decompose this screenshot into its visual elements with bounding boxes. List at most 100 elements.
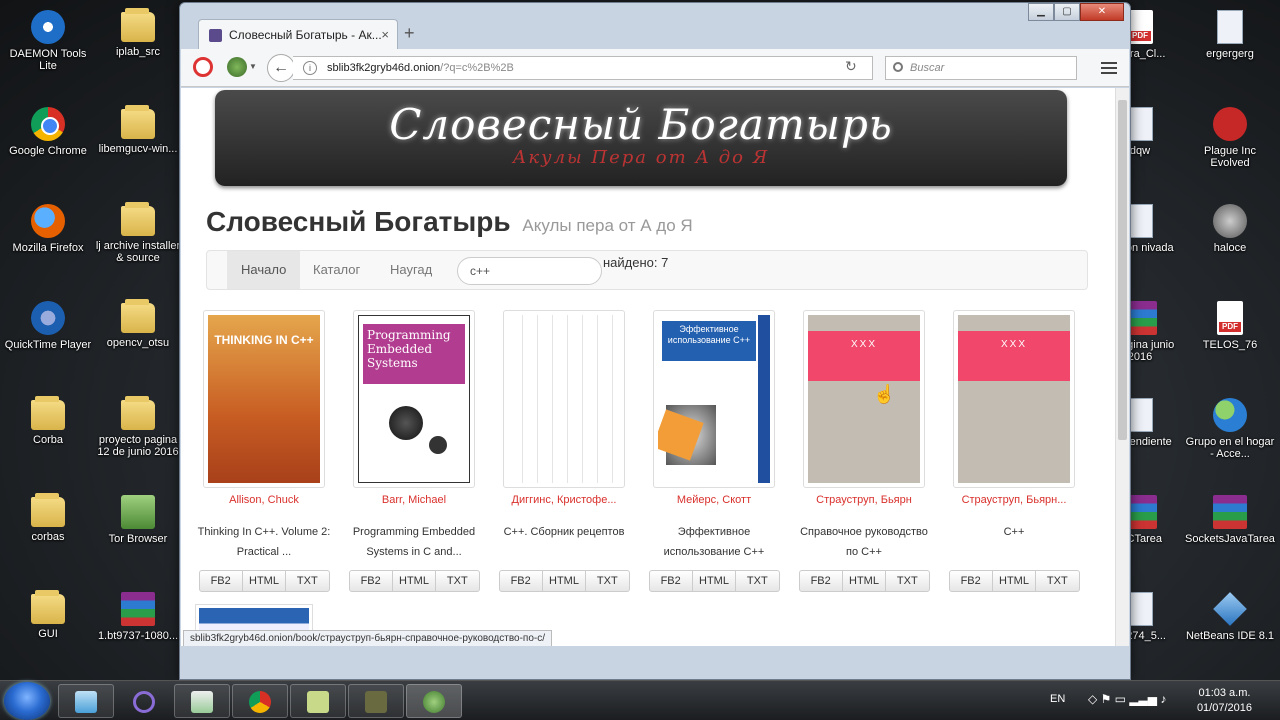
download-fb2-button[interactable]: FB2 (650, 571, 693, 591)
download-html-button[interactable]: HTML (393, 571, 437, 591)
desktop-icon[interactable]: haloce (1184, 200, 1276, 290)
desktop-icon[interactable]: DAEMON Tools Lite (2, 6, 94, 96)
address-bar[interactable]: i sblib3fk2gryb46d.onion/?q=c%2B%2B (293, 56, 873, 80)
download-txt-button[interactable]: TXT (886, 571, 928, 591)
taskbar-media[interactable] (348, 684, 404, 718)
download-fb2-button[interactable]: FB2 (950, 571, 993, 591)
download-html-button[interactable]: HTML (693, 571, 737, 591)
download-fb2-button[interactable]: FB2 (500, 571, 543, 591)
taskbar-tor-browser[interactable] (406, 684, 462, 718)
book-author-link[interactable]: Страуструп, Бьярн (791, 494, 937, 506)
minimize-button[interactable]: ▁ (1028, 3, 1054, 21)
desktop-icon[interactable]: iplab_src (92, 6, 184, 96)
close-window-button[interactable]: ✕ (1080, 3, 1124, 21)
download-html-button[interactable]: HTML (993, 571, 1037, 591)
desktop-icon[interactable]: TELOS_76 (1184, 297, 1276, 387)
desktop-icon[interactable]: Tor Browser (92, 491, 184, 581)
hamburger-menu-icon[interactable] (1101, 59, 1117, 77)
book-author-link[interactable]: Страуструп, Бьярн... (941, 494, 1087, 506)
desktop-icon[interactable]: opencv_otsu (92, 297, 184, 387)
new-tab-button[interactable]: + (404, 23, 415, 44)
desktop-icon[interactable]: Google Chrome (2, 103, 94, 193)
desktop-icon[interactable]: NetBeans IDE 8.1 (1184, 588, 1276, 678)
book-cover[interactable]: XXX (803, 310, 925, 488)
site-navbar: Начало Каталог Наугад c++ найдено: 7 (206, 250, 1088, 290)
book-cover[interactable]: Programming Embedded Systems (353, 310, 475, 488)
desktop-icon[interactable]: QuickTime Player (2, 297, 94, 387)
desktop-icon-label: Grupo en el hogar - Acce... (1185, 436, 1275, 460)
site-banner[interactable]: Словесный Богатырь Акулы Пера от А до Я (215, 90, 1067, 186)
book-title[interactable]: Эффективное использование C++ (641, 522, 787, 562)
search-input[interactable]: Buscar (885, 56, 1077, 80)
book-author-link[interactable]: Диггинс, Кристофе... (491, 494, 637, 506)
book-author-link[interactable]: Allison, Chuck (191, 494, 337, 506)
book-author-link[interactable]: Мейерс, Скотт (641, 494, 787, 506)
reload-icon[interactable]: ↻ (845, 58, 857, 75)
globe-icon (423, 691, 445, 713)
clock-date: 01/07/2016 (1196, 702, 1252, 714)
nav-home[interactable]: Начало (227, 251, 301, 289)
download-fb2-button[interactable]: FB2 (200, 571, 243, 591)
download-html-button[interactable]: HTML (843, 571, 887, 591)
download-txt-button[interactable]: TXT (1036, 571, 1078, 591)
book-author-link[interactable]: Barr, Michael (341, 494, 487, 506)
book-cover[interactable]: XXX (953, 310, 1075, 488)
desktop-icon[interactable]: Mozilla Firefox (2, 200, 94, 290)
desktop-icon[interactable]: lj archive installer & source (92, 200, 184, 290)
desktop-icon[interactable]: Corba (2, 394, 94, 484)
download-txt-button[interactable]: TXT (736, 571, 778, 591)
taskbar-explorer[interactable] (58, 684, 114, 718)
language-indicator[interactable]: EN (1050, 693, 1065, 705)
download-txt-button[interactable]: TXT (286, 571, 328, 591)
chevron-down-icon[interactable]: ▼ (249, 62, 257, 71)
start-button[interactable] (4, 682, 50, 720)
site-search-input[interactable]: c++ (457, 257, 602, 285)
cover-text: THINKING IN C++ (214, 333, 314, 347)
desktop-icon[interactable]: 1.bt9737-1080... (92, 588, 184, 678)
maximize-button[interactable]: ▢ (1054, 3, 1080, 21)
book-cover[interactable]: Эффективное использование C++ (653, 310, 775, 488)
download-html-button[interactable]: HTML (243, 571, 287, 591)
book-title[interactable]: Thinking In C++. Volume 2: Practical ... (191, 522, 337, 562)
desktop-icon[interactable]: ergergerg (1184, 6, 1276, 96)
download-fb2-button[interactable]: FB2 (350, 571, 393, 591)
desktop-icon[interactable]: GUI (2, 588, 94, 678)
download-txt-button[interactable]: TXT (586, 571, 628, 591)
close-tab-icon[interactable]: × (381, 27, 389, 42)
banner-subtitle: Акулы Пера от А до Я (512, 147, 770, 168)
taskbar: EN ◇ ⚑ ▭ ▂▃▅ ♪ 01:03 a.m. 01/07/2016 (0, 680, 1280, 720)
taskbar-chrome[interactable] (232, 684, 288, 718)
nav-catalog[interactable]: Каталог (299, 251, 374, 289)
taskbar-visualstudio[interactable] (116, 684, 172, 718)
nav-random[interactable]: Наугад (376, 251, 446, 289)
book-title[interactable]: Справочное руководство по C++ (791, 522, 937, 562)
download-html-button[interactable]: HTML (543, 571, 587, 591)
browser-tab[interactable]: Словесный Богатырь - Ак... × (198, 19, 398, 49)
book-title[interactable]: Programming Embedded Systems in C and... (341, 522, 487, 562)
network-icon[interactable]: ◇ ⚑ ▭ ▂▃▅ ♪ (1088, 692, 1166, 706)
cover-text: Эффективное использование C++ (662, 321, 756, 361)
book-title[interactable]: C++ (941, 522, 1087, 562)
results-count: найдено: 7 (603, 255, 669, 270)
desktop-icon[interactable]: libemgucv-win... (92, 103, 184, 193)
book-cover[interactable]: THINKING IN C++ (203, 310, 325, 488)
tor-onion-icon[interactable] (227, 57, 247, 77)
download-fb2-button[interactable]: FB2 (800, 571, 843, 591)
folder-icon (121, 202, 155, 236)
taskbar-app[interactable] (174, 684, 230, 718)
taskbar-notes[interactable] (290, 684, 346, 718)
clock[interactable]: 01:03 a.m. 01/07/2016 (1197, 686, 1252, 716)
back-button[interactable]: ← (267, 54, 295, 82)
desktop-icon[interactable]: proyecto pagina 12 de junio 2016 (92, 394, 184, 484)
desktop-icon[interactable]: Grupo en el hogar - Acce... (1184, 394, 1276, 484)
download-txt-button[interactable]: TXT (436, 571, 478, 591)
desktop-icon[interactable]: corbas (2, 491, 94, 581)
desktop-icon[interactable]: Plague Inc Evolved (1184, 103, 1276, 193)
desktop-icon[interactable]: SocketsJavaTarea (1184, 491, 1276, 581)
noscript-icon[interactable] (193, 57, 213, 77)
info-icon[interactable]: i (303, 61, 317, 75)
page-scrollbar[interactable] (1115, 88, 1129, 646)
book-cover[interactable] (503, 310, 625, 488)
book-title[interactable]: C++. Сборник рецептов (491, 522, 637, 562)
scrollbar-thumb[interactable] (1118, 100, 1127, 440)
